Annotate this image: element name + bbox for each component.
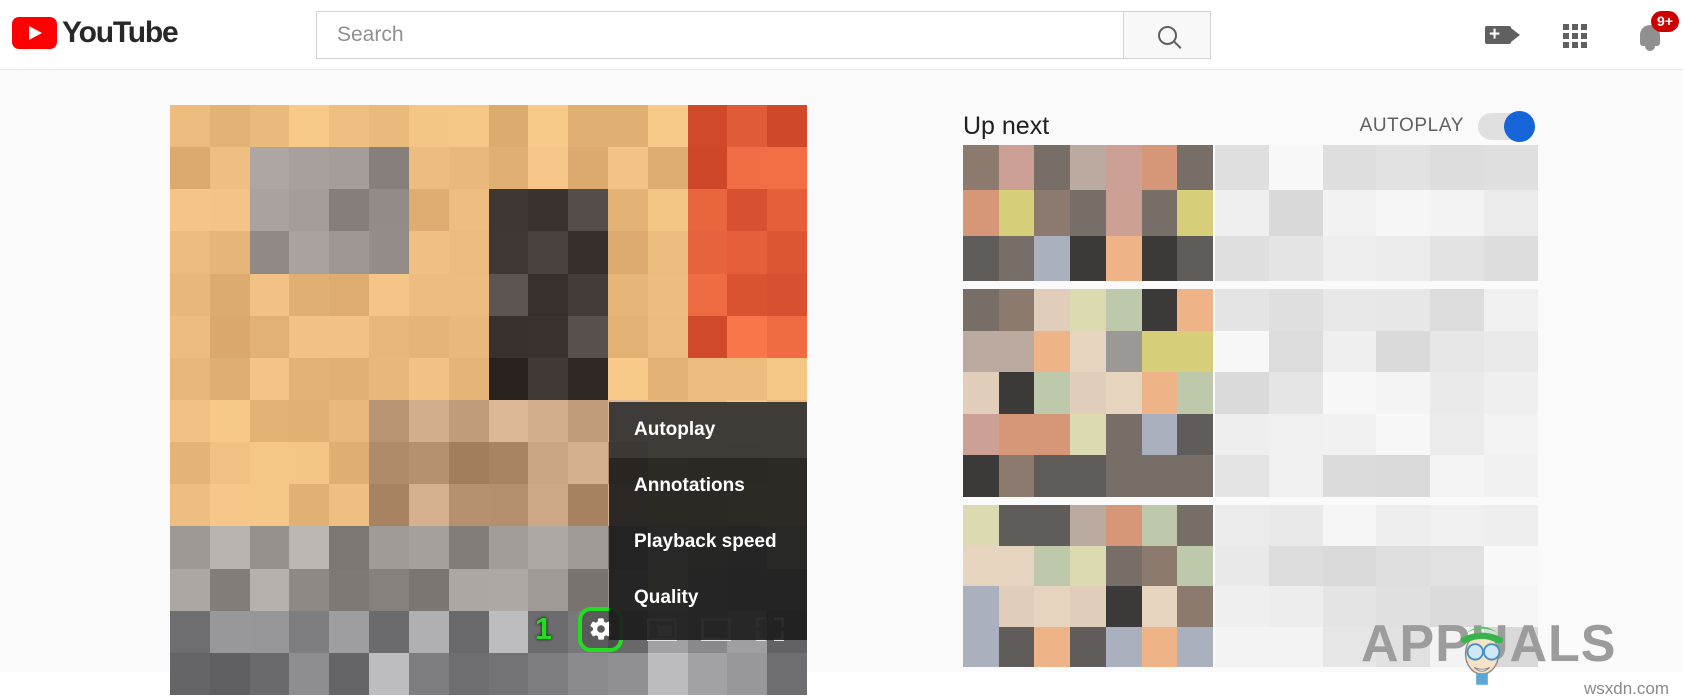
settings-row-label: Autoplay <box>634 419 716 440</box>
youtube-logo[interactable]: YouTube <box>12 16 179 49</box>
notifications-bell-icon[interactable]: 9+ <box>1633 11 1679 52</box>
sidebar-autoplay-toggle[interactable] <box>1478 110 1535 142</box>
video-metadata-placeholder <box>1215 289 1538 497</box>
search-input[interactable] <box>317 12 1123 58</box>
up-next-title: Up next <box>963 111 1050 140</box>
page-body: Autoplay 2 Annotations Playback speed No… <box>0 70 1683 698</box>
settings-row-label: Annotations <box>634 475 745 496</box>
settings-row-annotations[interactable]: Annotations <box>609 458 807 514</box>
autoplay-label: AUTOPLAY <box>1359 115 1464 136</box>
app-header: YouTube 9+ <box>0 0 1683 70</box>
settings-row-quality[interactable]: Quality Auto 240p <box>609 570 807 626</box>
settings-menu-panel[interactable]: Autoplay 2 Annotations Playback speed No… <box>609 402 807 640</box>
appuals-mascot-icon <box>1460 626 1504 685</box>
sidebar-header: Up next AUTOPLAY <box>963 108 1535 144</box>
settings-row-playback-speed[interactable]: Playback speed Normal <box>609 514 807 570</box>
video-metadata-placeholder <box>1215 145 1538 281</box>
apps-grid-icon[interactable] <box>1557 18 1591 52</box>
sidebar-autoplay-control[interactable]: AUTOPLAY <box>1359 110 1535 142</box>
create-video-icon[interactable] <box>1481 18 1520 52</box>
watermark-site: wsxdn.com <box>1583 679 1669 698</box>
video-thumbnail[interactable] <box>963 505 1213 667</box>
video-player[interactable]: Autoplay 2 Annotations Playback speed No… <box>170 105 807 695</box>
settings-row-label: Quality <box>634 587 699 608</box>
youtube-logo-text: YouTube <box>62 16 179 49</box>
video-thumbnail[interactable] <box>963 289 1213 497</box>
settings-row-label: Playback speed <box>634 531 777 552</box>
notification-count-badge: 9+ <box>1651 11 1679 32</box>
appuals-watermark: APPUALS wsxdn.com <box>1361 615 1671 698</box>
search-box[interactable] <box>316 11 1124 59</box>
settings-row-autoplay[interactable]: Autoplay 2 <box>609 402 807 458</box>
header-icon-group: 9+ <box>1481 0 1679 70</box>
step-marker-1: 1 <box>534 611 552 646</box>
youtube-play-icon <box>12 17 57 49</box>
up-next-list-item[interactable] <box>963 145 1538 281</box>
up-next-list-item[interactable] <box>963 289 1538 497</box>
search-button[interactable] <box>1124 11 1211 59</box>
up-next-list[interactable] <box>963 145 1538 675</box>
video-thumbnail[interactable] <box>963 145 1213 281</box>
search-icon <box>1157 25 1177 45</box>
watermark-text: APPUALS <box>1361 615 1671 673</box>
